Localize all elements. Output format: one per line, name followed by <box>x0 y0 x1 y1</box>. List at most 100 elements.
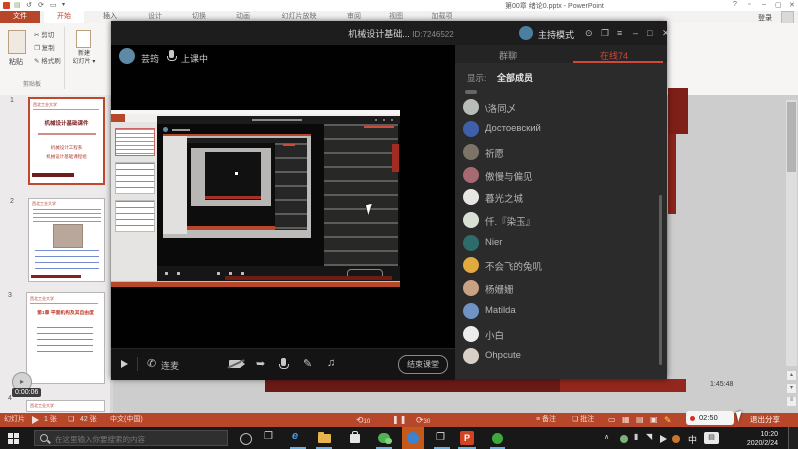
classroom-app-taskbar-button[interactable] <box>402 427 424 449</box>
close-button[interactable]: ✕ <box>789 1 795 9</box>
slide-number: 2 <box>10 198 14 205</box>
start-button[interactable] <box>8 433 13 438</box>
normal-view-icon[interactable]: ▭ <box>608 413 616 427</box>
slide-sorter-icon[interactable]: ▦ <box>622 413 630 427</box>
tray-app-icon[interactable] <box>620 435 628 443</box>
show-desktop-button[interactable] <box>789 427 798 449</box>
notes-button[interactable]: ≡ 备注 <box>536 413 556 427</box>
maximize-window-icon[interactable]: □ <box>647 28 652 38</box>
tray-expand-icon[interactable]: ∧ <box>604 433 609 441</box>
phone-icon[interactable]: ✆ <box>147 357 156 370</box>
pen-icon[interactable]: ✎ <box>664 413 672 427</box>
status-language[interactable]: 中文(中国) <box>110 413 143 427</box>
member-row-partial <box>465 90 477 94</box>
popout-icon[interactable]: ❐ <box>601 28 609 39</box>
wechat-icon[interactable] <box>378 433 390 443</box>
powerpoint-taskbar-icon[interactable]: P <box>460 431 474 445</box>
slide-thumbnail-3[interactable]: 西北工业大学 第1章 平面机构及其自由度 <box>26 292 105 384</box>
exit-share-button[interactable]: 退出分享 <box>750 414 780 425</box>
member-row[interactable]: Достоевский <box>455 120 661 140</box>
taskbar-search[interactable] <box>34 430 228 446</box>
next-slide-icon[interactable]: ≡ <box>786 396 797 407</box>
format-painter-button[interactable]: ✎ 格式刷 <box>34 55 61 65</box>
restore-button[interactable]: ▢ <box>775 1 782 9</box>
cortana-icon[interactable] <box>240 433 252 445</box>
battery-icon[interactable]: ▮ <box>634 432 638 441</box>
end-class-button[interactable]: 结束课堂 <box>398 355 448 374</box>
member-row[interactable]: 仟.『染玉』 <box>455 211 661 231</box>
edge-icon[interactable]: e <box>292 430 298 442</box>
member-row[interactable]: 小白 <box>455 325 661 345</box>
slide-thumbnail-4[interactable]: 西北工业大学 <box>26 400 105 412</box>
scroll-up-icon[interactable]: ▴ <box>786 370 797 381</box>
paste-button[interactable]: 粘贴 <box>4 57 28 67</box>
reading-view-icon[interactable]: ▤ <box>636 413 644 427</box>
member-row[interactable]: Matilda <box>455 302 661 322</box>
share-screen-icon[interactable]: ➥ <box>256 357 265 370</box>
app-window-icon[interactable]: ❐ <box>436 432 445 443</box>
settings-icon[interactable]: ⊙ <box>585 28 593 39</box>
music-icon[interactable]: ♫ <box>327 357 335 369</box>
ime-indicator[interactable]: 中 <box>688 433 697 446</box>
member-row[interactable]: 杨姗姗 <box>455 279 661 299</box>
wifi-icon[interactable]: ◥ <box>646 432 652 441</box>
voice-connect-label[interactable]: 连麦 <box>161 359 179 372</box>
signin-link[interactable]: 登录 <box>758 13 772 23</box>
clock-time: 10:20 <box>724 430 778 439</box>
slideshow-icon[interactable]: ▭ <box>50 1 57 9</box>
microphone-icon[interactable] <box>281 358 286 366</box>
media-progress-bar-segment[interactable] <box>560 379 686 392</box>
touch-keyboard-icon[interactable]: ▤ <box>704 432 719 444</box>
member-row[interactable]: 不会飞的兔叽 <box>455 256 661 276</box>
task-view-icon[interactable]: ❒ <box>264 431 273 442</box>
tab-group-chat[interactable]: 群聊 <box>455 49 561 62</box>
tab-file[interactable]: 文件 <box>0 11 40 23</box>
member-row[interactable]: Nier <box>455 234 661 254</box>
media-progress-bar[interactable] <box>265 379 560 392</box>
recorder-app-icon[interactable] <box>492 433 503 444</box>
save-icon[interactable]: ▤ <box>14 1 21 9</box>
tab-home[interactable]: 开始 <box>44 11 84 23</box>
ribbon-options-icon[interactable]: ▫ <box>748 1 750 8</box>
qat-dropdown-icon[interactable]: ▾ <box>62 1 65 8</box>
classroom-titlebar[interactable]: 机械设计基础... ID:7246522 主持模式 ⊙ ❐ ≡ – □ ✕ <box>111 21 667 45</box>
store-icon[interactable] <box>350 434 360 443</box>
record-timer-pill[interactable]: 02:50 <box>686 411 734 425</box>
copy-button[interactable]: ❐ 复制 <box>34 42 55 52</box>
cut-button[interactable]: ✂ 剪切 <box>34 29 54 39</box>
new-slide-button[interactable]: 新建 幻灯片 ▾ <box>66 51 102 67</box>
scrollbar-thumb[interactable] <box>787 102 796 172</box>
file-explorer-icon[interactable] <box>318 434 331 443</box>
tray-app-icon2[interactable] <box>672 435 680 443</box>
member-row[interactable]: 傲慢与偏见 <box>455 166 661 186</box>
speaker-icon[interactable] <box>121 360 128 368</box>
minimize-button[interactable]: – <box>762 1 766 8</box>
scroll-down-icon[interactable]: ▾ <box>786 383 797 394</box>
members-filter-value[interactable]: 全部成员 <box>497 71 533 84</box>
pause-icon[interactable]: ❚❚ <box>392 413 407 427</box>
close-window-icon[interactable]: ✕ <box>662 28 670 39</box>
whiteboard-icon[interactable]: ✎ <box>303 357 312 370</box>
comments-bubble-icon[interactable]: ❏ <box>68 413 74 427</box>
redo-icon[interactable]: ⟳ <box>38 1 44 9</box>
search-input[interactable] <box>53 432 227 446</box>
member-row[interactable]: Ohpcute <box>455 347 661 367</box>
slide-thumbnail-1[interactable]: 西北工业大学 机械设计基础课件 机械设计工程系 机械设计基础课程组 <box>28 97 105 185</box>
thumb3-bullet-lines <box>37 327 93 357</box>
clipboard-group-label: 剪贴板 <box>6 79 58 88</box>
taskbar-clock[interactable]: 10:20 2020/2/24 <box>724 430 778 448</box>
window-title: 第00章 绪论0.pptx - PowerPoint <box>505 1 604 11</box>
slideshow-view-icon[interactable]: ▣ <box>650 413 658 427</box>
undo-icon[interactable]: ↺ <box>26 1 32 9</box>
minimize-window-icon[interactable]: – <box>633 28 638 38</box>
menu-icon[interactable]: ≡ <box>617 28 622 38</box>
members-scrollbar[interactable] <box>659 195 662 365</box>
slide-thumbnail-2[interactable]: 西北工业大学 <box>28 198 105 282</box>
help-button[interactable]: ? <box>733 1 737 8</box>
comments-button[interactable]: ❏ 批注 <box>572 413 594 427</box>
vertical-scrollbar[interactable] <box>786 100 797 366</box>
member-row[interactable]: 暮光之城 <box>455 188 661 208</box>
member-row[interactable]: \洛同乄 <box>455 98 661 118</box>
camera-off-icon[interactable] <box>229 360 241 368</box>
member-row[interactable]: 祈愿 <box>455 143 661 163</box>
